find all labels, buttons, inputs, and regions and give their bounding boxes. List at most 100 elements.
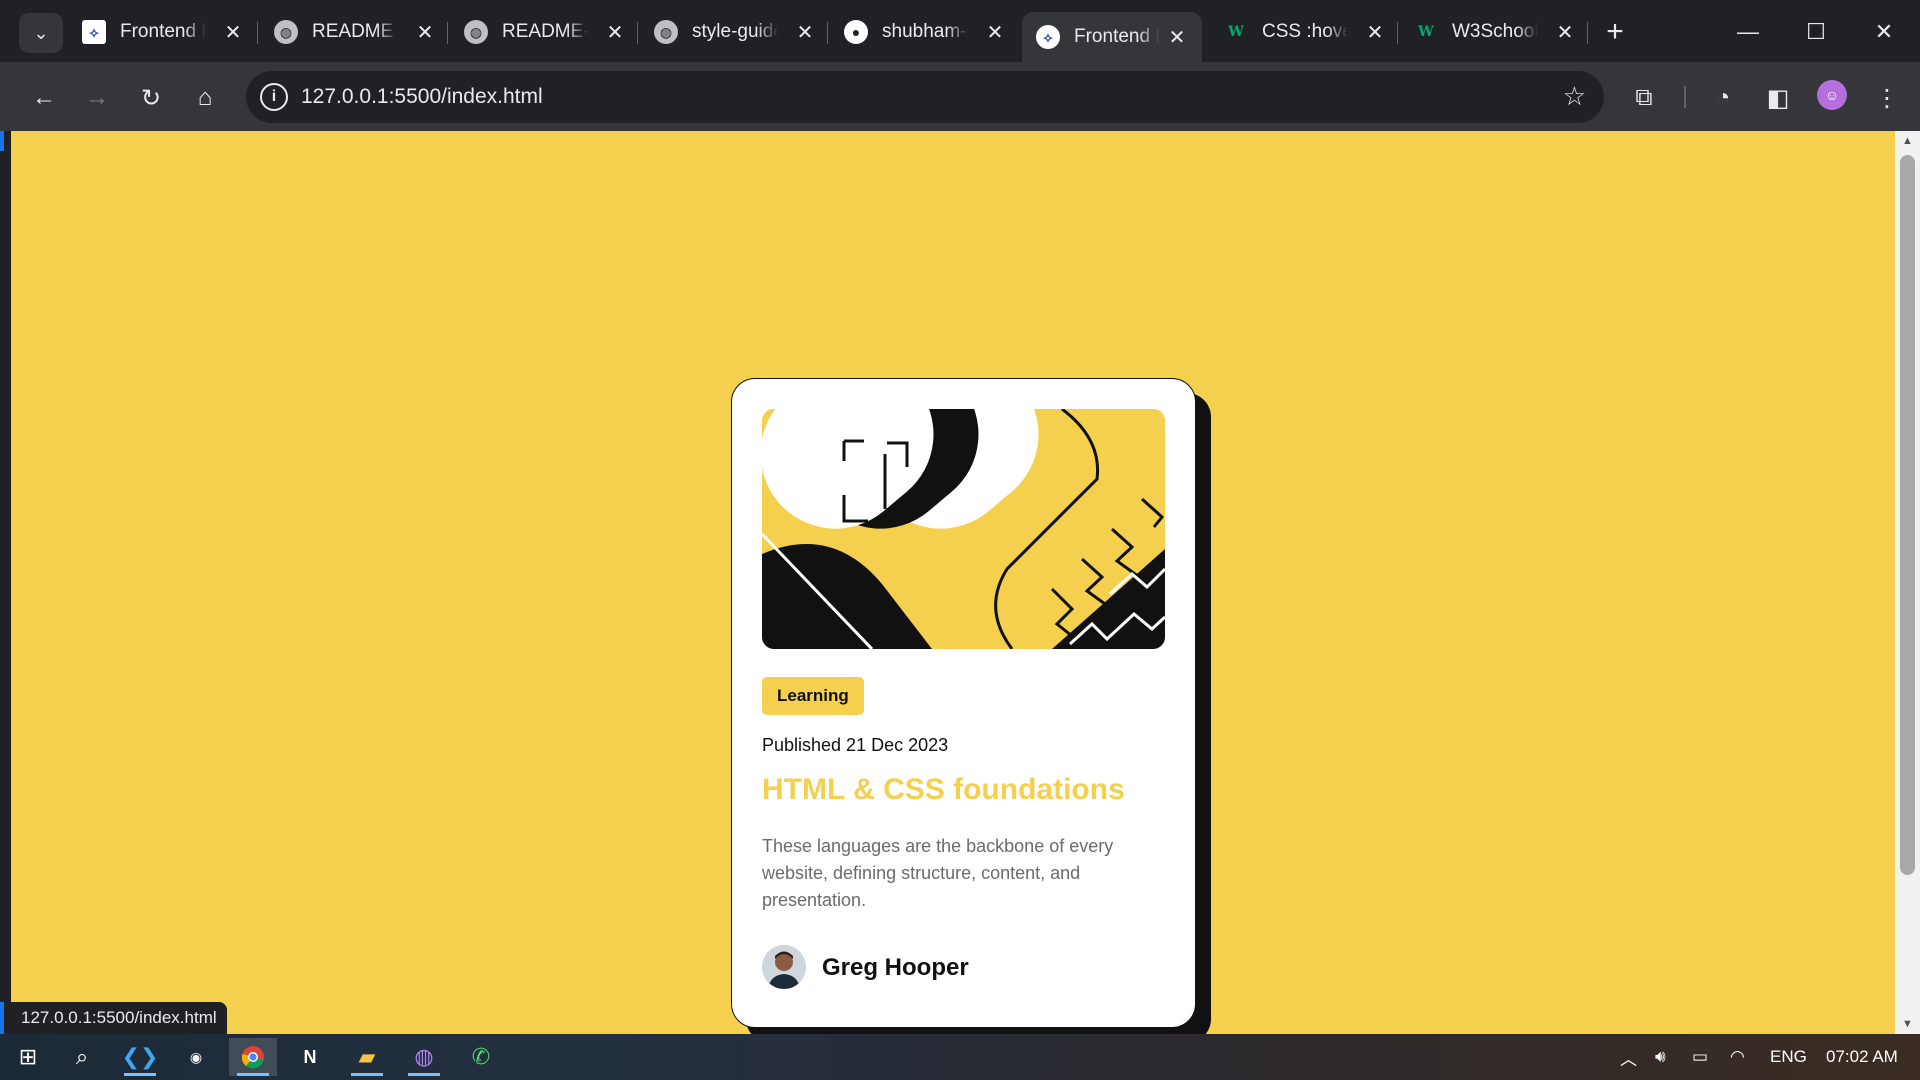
forward-button[interactable]: → [77,78,117,118]
reload-icon: ↻ [140,84,162,112]
tab-title: Frontend Mentor [120,21,206,42]
tab-title: CSS :hover [1262,21,1348,42]
home-button[interactable]: ⌂ [185,78,225,118]
close-icon[interactable]: ✕ [1166,25,1188,50]
browser-toolbar: ← → ↻ ⌂ i 127.0.0.1:5500/index.html ☆ ⧉ … [0,62,1920,131]
tab-title: style-guide [692,21,778,42]
card-description: These languages are the backbone of ever… [762,836,1114,910]
tab-css-hover[interactable]: W CSS :hover ✕ [1210,12,1400,52]
puzzle-icon: ⧉ [1635,84,1653,111]
close-icon[interactable]: ✕ [984,20,1006,45]
globe-icon: ◍ [654,20,678,44]
side-panel-icon: ◧ [1766,84,1790,112]
tab-separator [1587,22,1588,44]
clock[interactable]: 07:02 AM [1826,1034,1898,1080]
chrome-logo [241,1046,264,1069]
new-tab-button[interactable]: + [1597,14,1633,50]
wifi-icon[interactable]: ◠ [1730,1034,1745,1080]
arrow-left-icon: ← [32,84,56,111]
tab-frontend-mentor-1[interactable]: ⟡ Frontend Mentor ✕ [68,12,258,52]
link-status-bubble: 127.0.0.1:5500/index.html [0,1002,227,1034]
profile-avatar[interactable]: ☺ [1817,80,1847,110]
search-icon[interactable]: ⌕ [58,1038,106,1076]
site-info-icon[interactable]: i [260,83,288,111]
frontend-mentor-icon: ⟡ [82,20,106,44]
maximize-icon: ☐ [1806,19,1826,44]
close-icon[interactable]: ✕ [794,20,816,45]
tab-separator [1397,22,1398,44]
close-icon: ✕ [1874,19,1894,44]
author-avatar [762,945,806,989]
notion-icon[interactable]: N [286,1038,334,1076]
volume-icon[interactable]: 🔊︎ [1655,1034,1666,1080]
close-icon[interactable]: ✕ [414,20,436,45]
close-window-button[interactable]: ✕ [1864,12,1904,52]
github-desktop-icon[interactable]: ◍ [400,1038,448,1076]
chevron-down-icon: ⌄ [33,22,49,43]
tray-overflow-icon[interactable]: ︿ [1620,1034,1637,1080]
page-scrollbar[interactable]: ▲ ▼ [1895,131,1920,1034]
close-icon[interactable]: ✕ [604,20,626,45]
home-icon: ⌂ [197,84,213,111]
language-indicator[interactable]: ENG [1770,1034,1807,1080]
close-icon[interactable]: ✕ [1554,20,1576,45]
person-icon [762,945,806,989]
performance-button[interactable]: ◔ [1703,78,1743,118]
close-icon[interactable]: ✕ [1364,20,1386,45]
frontend-mentor-icon: ⟡ [1036,25,1060,49]
extensions-button[interactable]: ⧉ [1624,78,1664,118]
toolbar-divider [1684,86,1686,108]
tab-readme-template[interactable]: ◍ README-template ✕ [450,12,640,52]
tab-title: W3Schools [1452,21,1538,42]
tab-title: README-template [502,21,588,42]
globe-icon: ◍ [274,20,298,44]
profile-icon: ☺ [1824,87,1840,103]
reload-button[interactable]: ↻ [131,78,171,118]
tab-separator [827,22,828,44]
menu-button[interactable]: ⋮ [1867,78,1907,118]
back-button[interactable]: ← [24,78,64,118]
arrow-right-icon: → [85,84,109,111]
scroll-up-arrow-icon[interactable]: ▲ [1895,131,1920,151]
card-illustration [762,409,1165,649]
url-text[interactable]: 127.0.0.1:5500/index.html [301,85,543,109]
tab-w3schools[interactable]: W W3Schools ✕ [1400,12,1590,52]
scroll-down-arrow-icon[interactable]: ▼ [1895,1014,1920,1034]
tab-style-guide[interactable]: ◍ style-guide ✕ [640,12,830,52]
blog-preview-card[interactable]: Learning Published 21 Dec 2023 HTML & CS… [731,378,1196,1028]
category-badge: Learning [762,677,864,715]
tab-search-button[interactable]: ⌄ [19,13,63,53]
tab-github[interactable]: ● shubham-github ✕ [830,12,1020,52]
minimize-icon: — [1737,19,1759,44]
windows-start-icon[interactable]: ⊞ [4,1038,52,1076]
minimize-button[interactable]: — [1728,12,1768,52]
file-explorer-icon[interactable]: ▰ [343,1038,391,1076]
card-title[interactable]: HTML & CSS foundations [762,773,1125,807]
tab-title: README [312,21,394,42]
maximize-button[interactable]: ☐ [1796,12,1836,52]
tab-title: shubham-github [882,21,968,42]
github-icon: ● [844,20,868,44]
tab-strip: ⌄ ⟡ Frontend Mentor ✕ ◍ README ✕ ◍ READM… [0,0,1920,62]
tab-frontend-mentor-active[interactable]: ⟡ Frontend Mentor ✕ [1022,12,1202,62]
windows-taskbar: ⊞ ⌕ ❮❯ ◉ N ▰ ◍ ✆ ︿ 🔊︎ ▭ ◠ ENG 07:02 AM [0,1034,1920,1080]
close-icon[interactable]: ✕ [222,20,244,45]
author-name: Greg Hooper [822,954,969,981]
scroll-thumb[interactable] [1900,155,1915,875]
illustration-image [762,409,1165,649]
side-panel-button[interactable]: ◧ [1758,78,1798,118]
published-date: Published 21 Dec 2023 [762,735,949,755]
kebab-menu-icon: ⋮ [1875,84,1899,112]
window-edge [0,131,11,1034]
address-bar[interactable]: i 127.0.0.1:5500/index.html ☆ [246,71,1604,123]
bookmark-star-icon[interactable]: ☆ [1563,81,1586,112]
tab-title: Frontend Mentor [1074,26,1160,47]
battery-icon[interactable]: ▭ [1692,1034,1708,1080]
tab-separator [257,22,258,44]
chrome-icon[interactable] [229,1038,277,1076]
whatsapp-icon[interactable]: ✆ [457,1038,505,1076]
app-icon[interactable]: ◉ [172,1038,220,1076]
tab-readme[interactable]: ◍ README ✕ [260,12,450,52]
vscode-icon[interactable]: ❮❯ [116,1038,164,1076]
globe-icon: ◍ [464,20,488,44]
